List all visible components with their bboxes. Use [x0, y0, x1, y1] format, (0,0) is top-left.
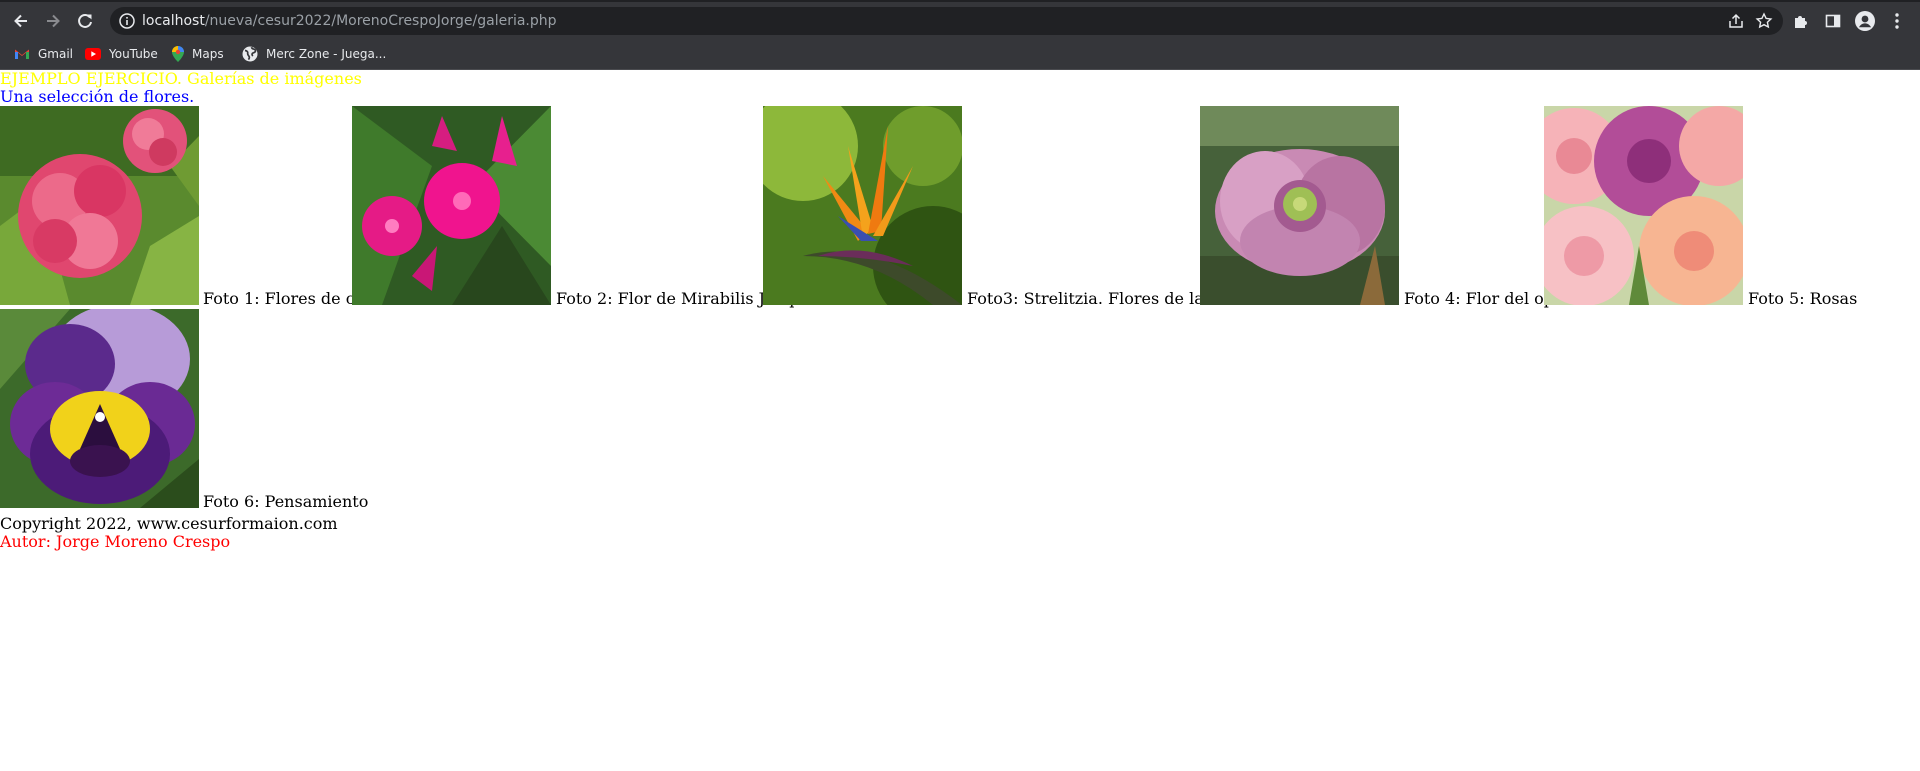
bookmark-maps[interactable]: Maps [172, 44, 224, 64]
bookmark-star-icon[interactable] [1755, 12, 1773, 30]
forward-arrow-icon [47, 14, 60, 28]
url-path: /nueva/cesur2022/MorenoCrespoJorge/galer… [204, 13, 557, 29]
back-arrow-icon [14, 14, 27, 28]
address-bar[interactable]: localhost/nueva/cesur2022/MorenoCrespoJo… [110, 7, 1783, 35]
bookmark-label: Gmail [38, 47, 74, 61]
reload-icon [78, 13, 92, 28]
bookmarks-bar: Gmail YouTube Maps Merc Zone - Juega... [0, 38, 1920, 70]
author-text: Autor: Jorge Moreno Crespo [0, 532, 231, 551]
site-info-icon[interactable] [118, 12, 136, 30]
side-panel-icon [1825, 14, 1841, 28]
globe-icon [242, 46, 258, 62]
browser-toolbar: localhost/nueva/cesur2022/MorenoCrespoJo… [0, 0, 1920, 38]
avatar-icon [1855, 11, 1875, 31]
profile-button[interactable] [1854, 10, 1876, 32]
page-subtitle: Una selección de flores. [0, 87, 195, 106]
photo-caption: Foto 5: Rosas [1748, 289, 1858, 308]
bookmark-label: Merc Zone - Juega... [266, 47, 387, 61]
maps-icon [172, 46, 184, 62]
forward-button[interactable] [38, 7, 68, 35]
youtube-icon [85, 48, 101, 60]
share-icon[interactable] [1727, 12, 1745, 30]
photo-strelitzia [763, 106, 962, 305]
reload-button[interactable] [70, 7, 100, 35]
side-panel-button[interactable] [1822, 10, 1844, 32]
photo-poppy [1200, 106, 1399, 305]
url-host: localhost [142, 13, 205, 29]
extensions-button[interactable] [1790, 10, 1812, 32]
photo-hydrangea [0, 106, 199, 305]
browser-chrome: localhost/nueva/cesur2022/MorenoCrespoJo… [0, 0, 1920, 70]
back-button[interactable] [6, 7, 36, 35]
page-content: EJEMPLO EJERCICIO. Galerías de imágenes … [0, 70, 1920, 771]
page-title: EJEMPLO EJERCICIO. Galerías de imágenes [0, 69, 362, 88]
bookmark-label: YouTube [109, 47, 158, 61]
gmail-icon [15, 49, 29, 59]
bookmark-label: Maps [192, 47, 224, 61]
puzzle-icon [1795, 16, 1807, 28]
bookmark-gmail[interactable]: Gmail [14, 44, 73, 64]
photo-roses [1544, 106, 1743, 305]
address-url[interactable]: localhost/nueva/cesur2022/MorenoCrespoJo… [142, 13, 557, 29]
browser-menu-button[interactable] [1886, 10, 1908, 32]
photo-caption: Foto 6: Pensamiento [203, 492, 369, 511]
kebab-menu-icon [1895, 13, 1899, 29]
copyright-text: Copyright 2022, www.cesurformaion.com [0, 514, 338, 533]
photo-pansy [0, 309, 199, 508]
bookmark-merc-zone[interactable]: Merc Zone - Juega... [242, 44, 386, 64]
bookmark-youtube[interactable]: YouTube [85, 44, 158, 64]
photo-mirabilis [352, 106, 551, 305]
